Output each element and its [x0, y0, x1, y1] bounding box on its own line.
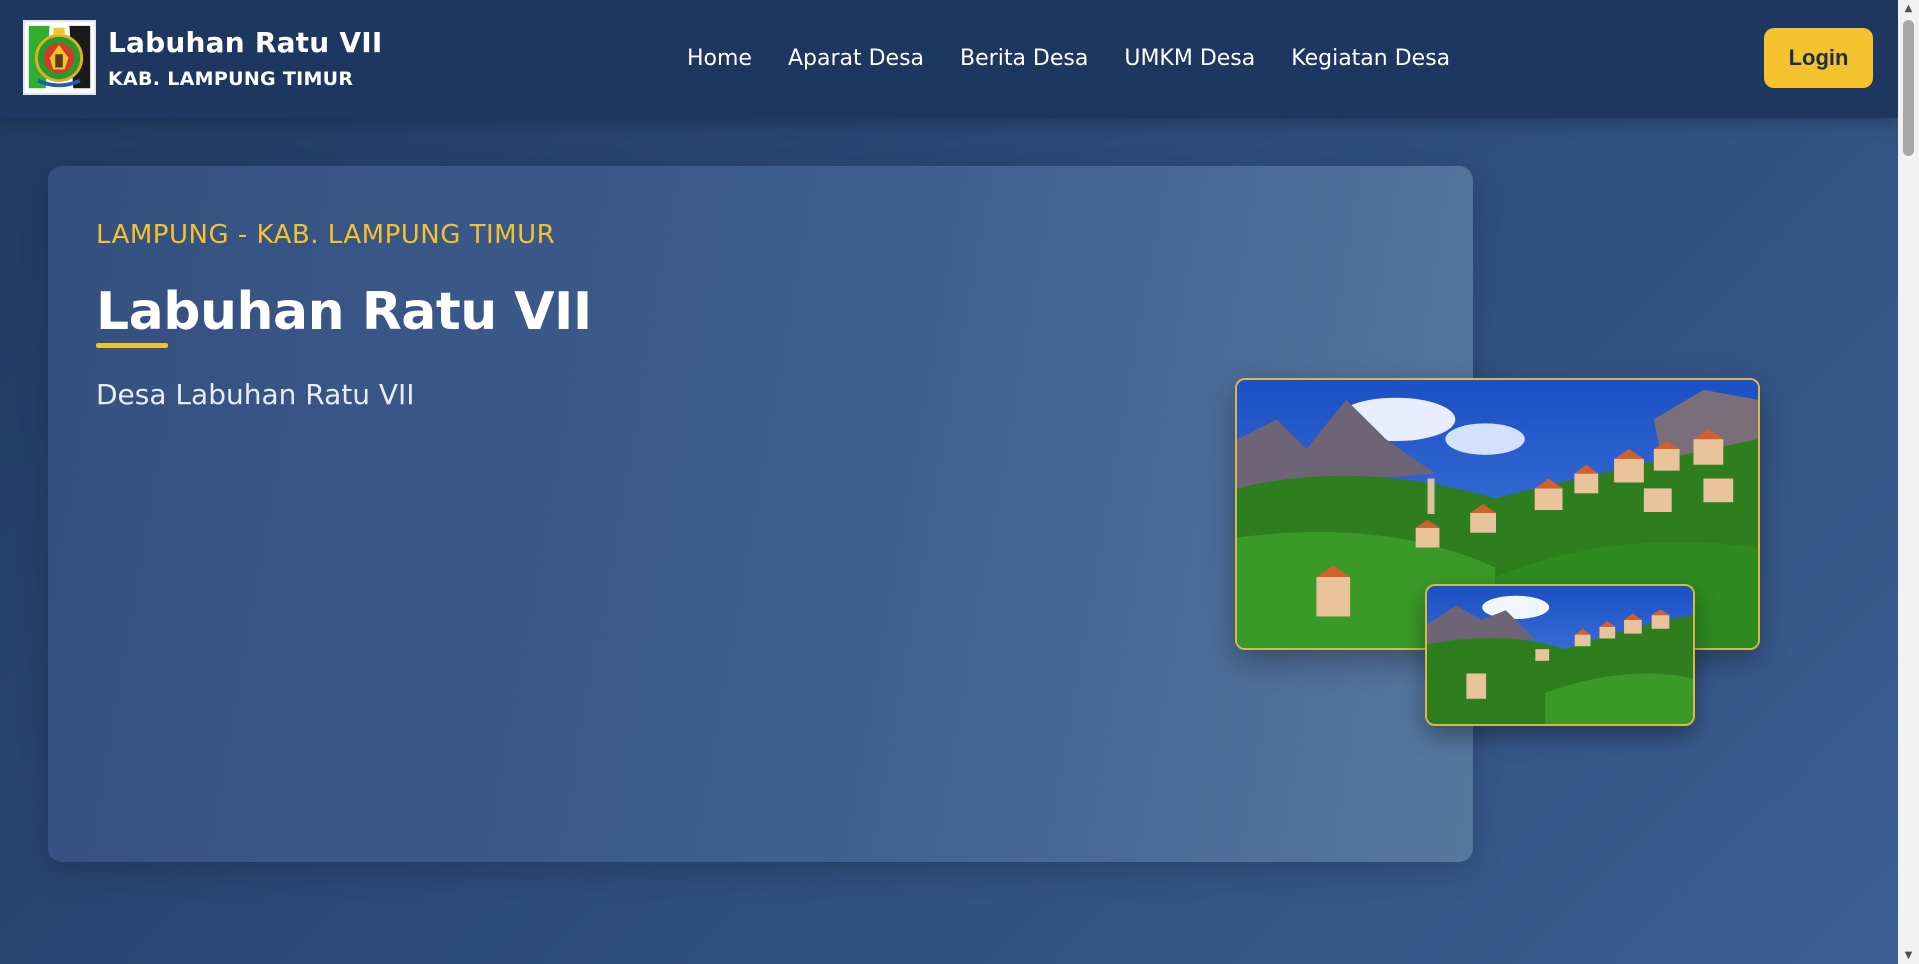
page-scrollbar[interactable]: ▲ ▼	[1898, 0, 1919, 964]
nav-berita-desa[interactable]: Berita Desa	[960, 44, 1088, 74]
scroll-up-arrow-icon[interactable]: ▲	[1898, 0, 1919, 17]
brand-title[interactable]: Labuhan Ratu VII	[108, 26, 382, 59]
scroll-thumb[interactable]	[1903, 20, 1914, 156]
nav-kegiatan-desa[interactable]: Kegiatan Desa	[1291, 44, 1450, 74]
nav-umkm-desa[interactable]: UMKM Desa	[1124, 44, 1255, 74]
village-landscape-photo-small	[1425, 584, 1695, 726]
main-nav: Home Aparat Desa Berita Desa UMKM Desa K…	[687, 44, 1486, 74]
site-header: Labuhan Ratu VII KAB. LAMPUNG TIMUR Home…	[0, 0, 1898, 118]
hero-eyebrow: LAMPUNG - KAB. LAMPUNG TIMUR	[96, 220, 556, 250]
hero-subtitle: Desa Labuhan Ratu VII	[96, 378, 415, 411]
title-underline	[96, 343, 168, 348]
nav-aparat-desa[interactable]: Aparat Desa	[788, 44, 924, 74]
hero-title: Labuhan Ratu VII	[96, 282, 592, 342]
nav-home[interactable]: Home	[687, 44, 752, 74]
login-button[interactable]: Login	[1764, 28, 1873, 88]
brand-subtitle: KAB. LAMPUNG TIMUR	[108, 68, 354, 90]
scroll-down-arrow-icon[interactable]: ▼	[1898, 947, 1919, 964]
regency-emblem-icon[interactable]	[23, 20, 96, 95]
